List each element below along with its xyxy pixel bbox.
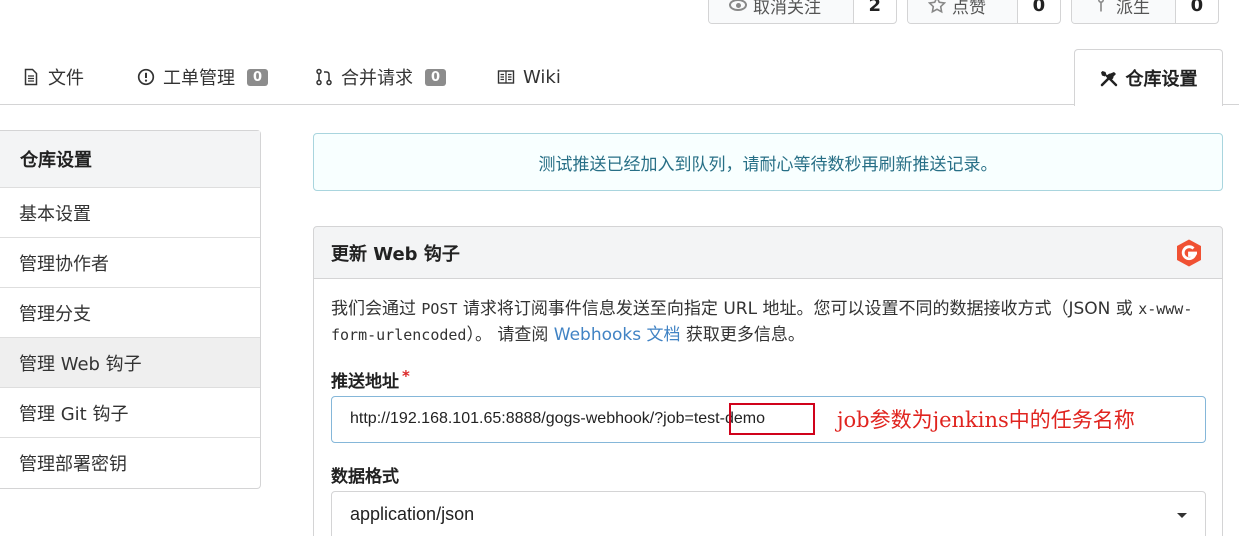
desc-text-2: 请求将订阅事件信息发送至向指定 URL 地址。您可以设置不同的数据接收方式（JS…: [457, 299, 1139, 319]
settings-sidebar: 仓库设置 基本设置 管理协作者 管理分支 管理 Web 钩子 管理 Git 钩子…: [0, 130, 261, 489]
desc-text-3: ）。 请查阅: [466, 325, 554, 345]
webhooks-docs-link[interactable]: Webhooks 文档: [554, 325, 681, 345]
tools-icon: [1100, 71, 1117, 87]
star-label: 点赞: [952, 0, 986, 18]
fork-icon: [1098, 0, 1104, 12]
star-count[interactable]: 0: [1016, 0, 1060, 23]
fork-button-group[interactable]: 派生 0: [1071, 0, 1219, 24]
sidebar-item-deploy-keys[interactable]: 管理部署密钥: [0, 438, 260, 488]
required-mark: *: [402, 367, 410, 385]
webhook-description: 我们会通过 POST 请求将订阅事件信息发送至向指定 URL 地址。您可以设置不…: [331, 296, 1201, 348]
tab-wiki-label: Wiki: [523, 66, 561, 88]
star-button-group[interactable]: 点赞 0: [907, 0, 1061, 24]
tab-issues[interactable]: 工单管理 0: [137, 62, 269, 92]
book-icon: [497, 70, 515, 84]
file-icon: [24, 68, 38, 86]
sidebar-item-git-hooks[interactable]: 管理 Git 钩子: [0, 388, 260, 438]
sidebar-item-webhooks[interactable]: 管理 Web 钩子: [0, 338, 260, 388]
pull-request-icon: [316, 68, 332, 86]
tab-wiki[interactable]: Wiki: [497, 62, 561, 92]
tab-settings[interactable]: 仓库设置: [1074, 49, 1223, 106]
unwatch-button[interactable]: 取消关注: [709, 0, 853, 23]
chevron-down-icon: [1177, 513, 1187, 518]
issue-icon: [137, 68, 155, 86]
issues-count-badge: 0: [247, 68, 269, 86]
payload-url-label-text: 推送地址: [331, 372, 399, 392]
form-title: 更新 Web 钩子: [331, 243, 460, 265]
info-message-text: 测试推送已经加入到队列，请耐心等待数秒再刷新推送记录。: [538, 154, 998, 175]
payload-url-value[interactable]: http://192.168.101.65:8888/gogs-webhook/…: [350, 410, 765, 428]
info-message: 测试推送已经加入到队列，请耐心等待数秒再刷新推送记录。: [313, 133, 1223, 191]
tab-pull-requests[interactable]: 合并请求 0: [315, 62, 447, 92]
eye-icon: [729, 0, 747, 11]
content-type-value: application/json: [350, 504, 475, 524]
tab-pull-requests-label: 合并请求: [341, 68, 413, 89]
tab-files[interactable]: 文件: [22, 62, 84, 92]
gogs-logo-icon: [1177, 239, 1201, 267]
fork-count[interactable]: 0: [1174, 0, 1218, 23]
repo-tab-bar: 文件 工单管理 0 合并请求 0 Wiki 仓库设置: [0, 48, 1239, 106]
form-header: 更新 Web 钩子: [313, 226, 1223, 279]
tab-settings-label: 仓库设置: [1125, 69, 1198, 90]
watch-count[interactable]: 2: [852, 0, 896, 23]
unwatch-label: 取消关注: [753, 0, 821, 18]
content-type-label-text: 数据格式: [331, 467, 399, 487]
job-param-highlight-box: [729, 403, 815, 435]
fork-label: 派生: [1116, 0, 1150, 18]
desc-text-4: 获取更多信息。: [680, 325, 805, 345]
tab-issues-label: 工单管理: [163, 68, 235, 89]
sidebar-item-basic-settings[interactable]: 基本设置: [0, 188, 260, 238]
tab-files-label: 文件: [48, 68, 84, 89]
sidebar-title: 仓库设置: [0, 131, 260, 188]
content-type-select[interactable]: application/json: [331, 491, 1206, 536]
desc-text-1: 我们会通过: [331, 299, 422, 319]
payload-url-label: 推送地址 *: [331, 367, 410, 392]
sidebar-item-branches[interactable]: 管理分支: [0, 288, 260, 338]
star-icon: [928, 0, 946, 14]
pull-requests-count-badge: 0: [425, 68, 447, 86]
unwatch-button-group[interactable]: 取消关注 2: [708, 0, 897, 24]
payload-url-input[interactable]: http://192.168.101.65:8888/gogs-webhook/…: [331, 396, 1206, 443]
fork-button[interactable]: 派生: [1072, 0, 1175, 23]
desc-code-post: POST: [421, 300, 458, 318]
job-param-annotation: job参数为jenkins中的任务名称: [837, 408, 1135, 432]
star-button[interactable]: 点赞: [908, 0, 1017, 23]
content-type-label: 数据格式: [331, 462, 399, 487]
sidebar-item-collaborators[interactable]: 管理协作者: [0, 238, 260, 288]
